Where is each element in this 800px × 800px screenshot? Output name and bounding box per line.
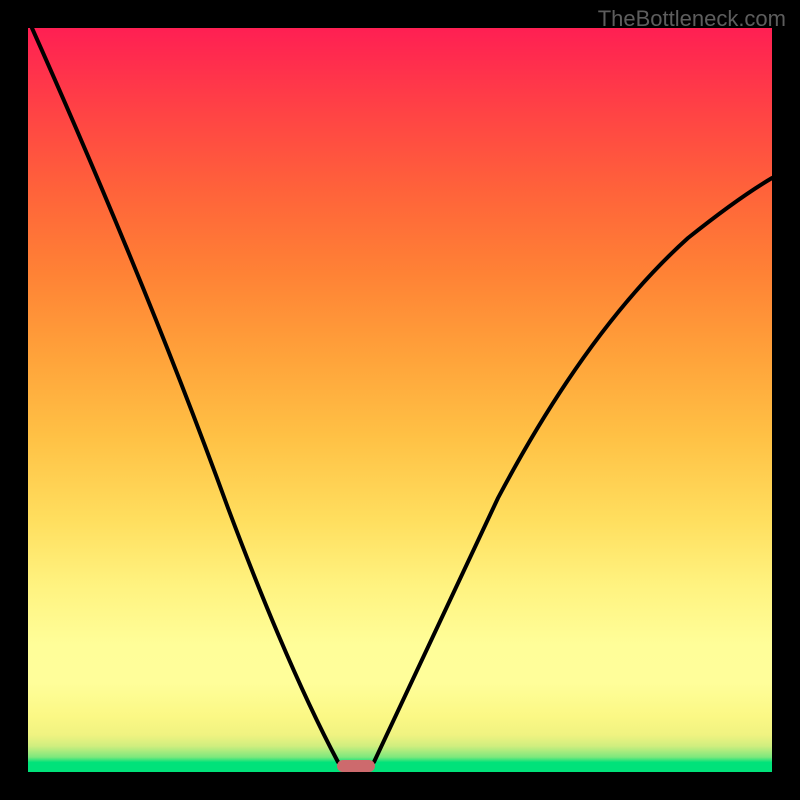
optimal-point-marker [337,760,375,772]
bottleneck-curve [28,28,772,772]
curve-left-branch [32,28,338,762]
plot-area [28,28,772,772]
watermark-label: TheBottleneck.com [598,6,786,32]
chart-frame: TheBottleneck.com [0,0,800,800]
curve-right-branch [374,178,772,762]
